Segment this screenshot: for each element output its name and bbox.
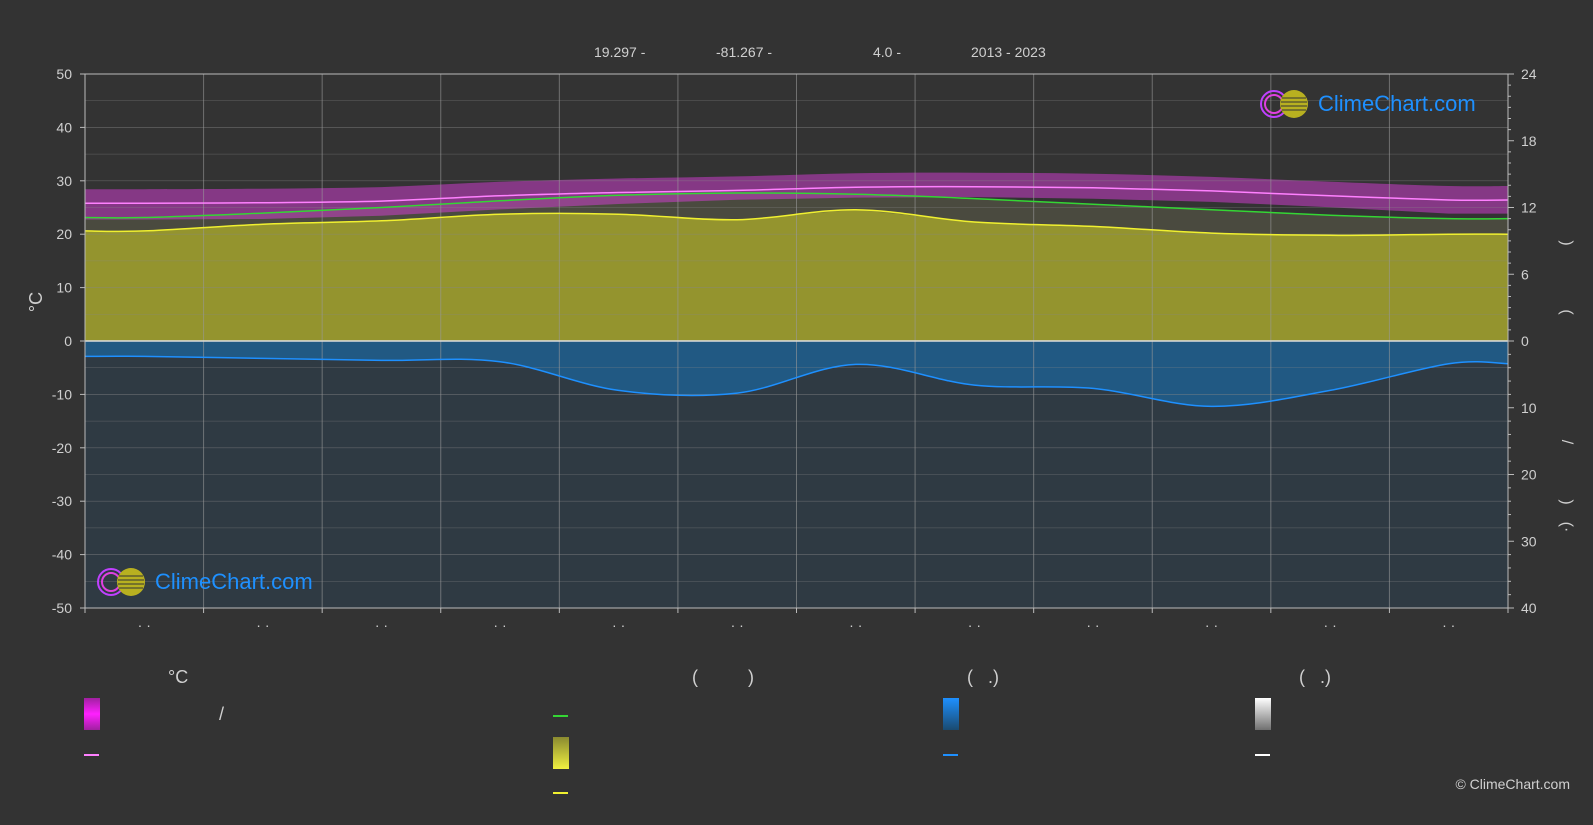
right-axis-label-fragment: ) [1558,499,1575,504]
logo-icon [1260,90,1308,118]
right-axis-tick-label: 40 [1521,600,1537,616]
legend-rain-heading: ( .) [967,667,999,687]
left-axis-tick-label: 20 [56,226,72,242]
left-axis-tick-label: 40 [56,119,72,135]
right-axis-tick-label: 6 [1521,266,1529,282]
copyright: © ClimeChart.com [1455,776,1570,792]
left-axis-tick-label: -10 [52,386,72,402]
logo-icon [97,568,145,596]
legend-max-temp-line [84,754,99,756]
x-axis-tick-label: · · [731,617,744,633]
right-axis-tick-label: 10 [1521,400,1537,416]
legend-sunshine-swatch [553,737,569,769]
left-axis-tick-label: -20 [52,440,72,456]
logo-top[interactable]: ClimeChart.com [1258,88,1476,120]
right-axis-label-fragment: ( [1558,309,1575,315]
right-axis-label-fragment: ) [1558,240,1575,245]
left-axis-tick-label: 10 [56,280,72,296]
legend-temp-range-label: / [219,704,225,724]
logo-text: ClimeChart.com [1318,91,1476,116]
legend-sun-heading: ( ) [692,667,754,687]
x-axis-tick-label: · · [138,617,151,633]
left-axis-tick-label: 30 [56,173,72,189]
header-latitude: 19.297 - [594,44,646,60]
x-axis-tick-label: · · [1205,617,1218,633]
legend-snow-heading: ( .) [1299,667,1331,687]
legend-snow-line [1255,754,1270,756]
left-axis-tick-label: 0 [64,333,72,349]
right-axis-tick-label: 30 [1521,533,1537,549]
chart: 50 40 30 20 10 0 -10 -20 -30 -40 -50 °C 24 18 12 6 0 10 20… [26,66,1575,633]
header-years: 2013 - 2023 [971,44,1046,60]
x-axis-tick-label: · · [1442,617,1455,633]
legend-precip-swatch [943,698,959,730]
legend-precip-line [943,754,958,756]
right-axis-tick-label: 12 [1521,200,1537,216]
right-axis-label-fragment: / [1558,440,1575,445]
x-axis-tick-label: · · [256,617,269,633]
right-axis-tick-label: 20 [1521,467,1537,483]
right-axis-label-fragment: (· [1558,522,1575,533]
logo-bottom[interactable]: ClimeChart.com [95,566,313,598]
header-elevation: 4.0 - [873,44,902,60]
right-axis-tick-label: 24 [1521,66,1537,82]
left-axis-tick-label: -50 [52,600,72,616]
x-axis-tick-label: · · [968,617,981,633]
x-axis-tick-label: · · [375,617,388,633]
x-axis-tick-label: · · [1324,617,1337,633]
right-axis-tick-label: 0 [1521,333,1529,349]
legend-sunshine-line [553,792,568,794]
left-axis-tick-label: 50 [56,66,72,82]
x-axis-tick-label: · · [493,617,506,633]
x-axis-tick-label: · · [1086,617,1099,633]
logo-text: ClimeChart.com [155,569,313,594]
left-axis-label: °C [26,292,46,312]
legend-snow-swatch [1255,698,1271,730]
left-axis-tick-label: -40 [52,547,72,563]
right-axis-tick-label: 18 [1521,133,1537,149]
x-axis-tick-label: · · [849,617,862,633]
x-axis-tick-label: · · [612,617,625,633]
legend-temp-range-swatch [84,698,100,730]
header-longitude: -81.267 - [716,44,773,60]
left-axis-tick-label: -30 [52,493,72,509]
legend-daylight-line [553,715,568,717]
legend-temperature-heading: °C [168,667,189,687]
